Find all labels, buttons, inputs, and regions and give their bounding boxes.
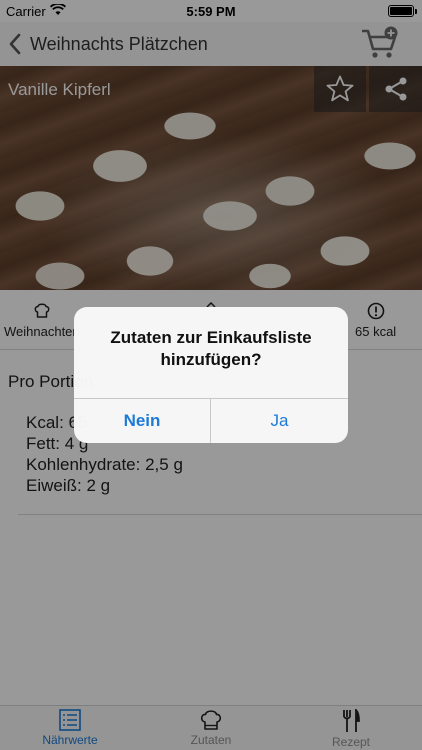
alert-dialog: Zutaten zur Einkaufsliste hinzufügen? Ne… (74, 307, 348, 443)
alert-title: Zutaten zur Einkaufsliste hinzufügen? (110, 328, 312, 369)
alert-no-button[interactable]: Nein (74, 399, 211, 443)
alert-button-row: Nein Ja (74, 398, 348, 443)
alert-yes-button[interactable]: Ja (211, 399, 348, 443)
